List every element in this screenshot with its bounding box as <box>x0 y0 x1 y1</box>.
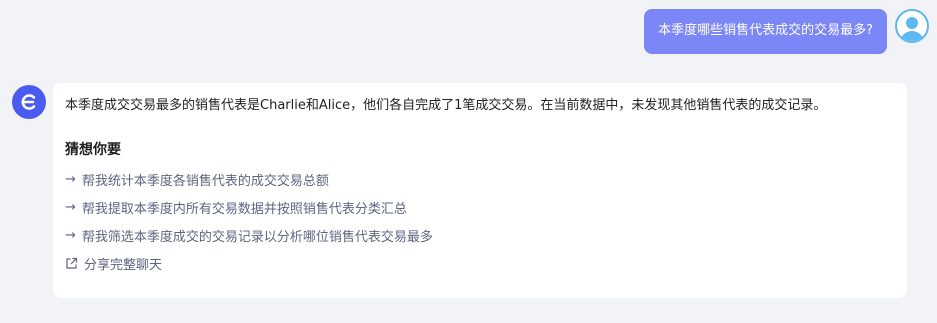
arrow-right-icon: → <box>65 199 76 215</box>
user-avatar-icon <box>895 9 929 43</box>
suggestions-title: 猜想你要 <box>65 142 121 158</box>
user-message-bubble: 本季度哪些销售代表成交的交易最多? <box>644 9 887 54</box>
bot-logo-icon <box>12 85 46 119</box>
arrow-right-icon: → <box>65 227 76 243</box>
external-share-icon <box>66 257 78 269</box>
suggestion-item[interactable]: → 帮我统计本季度各销售代表的成交交易总额 <box>65 169 895 189</box>
user-message-row: 本季度哪些销售代表成交的交易最多? <box>644 9 929 54</box>
bot-message-card: 本季度成交交易最多的销售代表是Charlie和Alice，他们各自完成了1笔成交… <box>53 83 907 298</box>
share-chat-button[interactable]: 分享完整聊天 <box>65 253 895 273</box>
suggestions-list: → 帮我统计本季度各销售代表的成交交易总额 → 帮我提取本季度内所有交易数据并按… <box>65 169 895 245</box>
suggestion-label: 帮我筛选本季度成交的交易记录以分析哪位销售代表交易最多 <box>81 229 433 245</box>
suggestion-item[interactable]: → 帮我筛选本季度成交的交易记录以分析哪位销售代表交易最多 <box>65 225 895 245</box>
bot-answer-text: 本季度成交交易最多的销售代表是Charlie和Alice，他们各自完成了1笔成交… <box>65 98 827 113</box>
suggestion-label: 帮我统计本季度各销售代表的成交交易总额 <box>81 173 329 189</box>
arrow-right-icon: → <box>65 171 76 187</box>
suggestion-label: 帮我提取本季度内所有交易数据并按照销售代表分类汇总 <box>81 201 407 217</box>
share-chat-label: 分享完整聊天 <box>84 257 163 273</box>
suggestion-item[interactable]: → 帮我提取本季度内所有交易数据并按照销售代表分类汇总 <box>65 197 895 217</box>
